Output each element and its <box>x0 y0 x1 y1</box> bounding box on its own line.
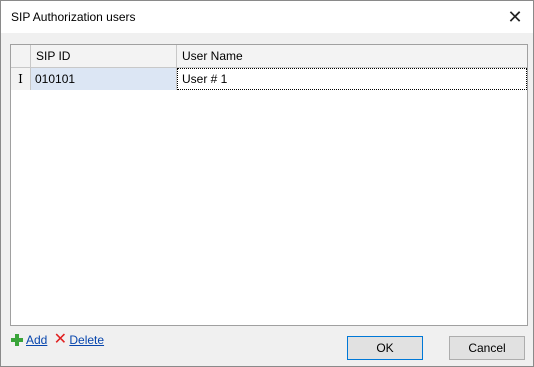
user-name-cell[interactable]: User # 1 <box>177 68 527 90</box>
delete-link[interactable]: Delete <box>69 333 104 347</box>
grid-toolbar: Add ✕ Delete <box>10 331 104 349</box>
close-icon: ✕ <box>507 6 523 27</box>
add-link[interactable]: Add <box>26 333 47 347</box>
close-button[interactable]: ✕ <box>497 1 533 33</box>
row-indicator: I <box>11 68 31 90</box>
users-grid[interactable]: SIP ID User Name I 010101 User # 1 <box>10 44 528 326</box>
table-row[interactable]: I 010101 User # 1 <box>11 68 527 90</box>
column-header-user-name[interactable]: User Name <box>177 45 527 67</box>
plus-icon[interactable] <box>10 333 24 347</box>
dialog-title: SIP Authorization users <box>11 10 136 24</box>
dialog-window: SIP Authorization users ✕ SIP ID User Na… <box>0 0 534 367</box>
column-header-sip-id[interactable]: SIP ID <box>31 45 177 67</box>
x-icon[interactable]: ✕ <box>53 332 67 348</box>
cancel-button[interactable]: Cancel <box>449 336 525 360</box>
row-indicator-header <box>11 45 31 67</box>
grid-header: SIP ID User Name <box>11 45 527 68</box>
sip-id-cell[interactable]: 010101 <box>31 68 177 90</box>
title-bar: SIP Authorization users ✕ <box>1 1 533 33</box>
ok-button[interactable]: OK <box>347 336 423 360</box>
